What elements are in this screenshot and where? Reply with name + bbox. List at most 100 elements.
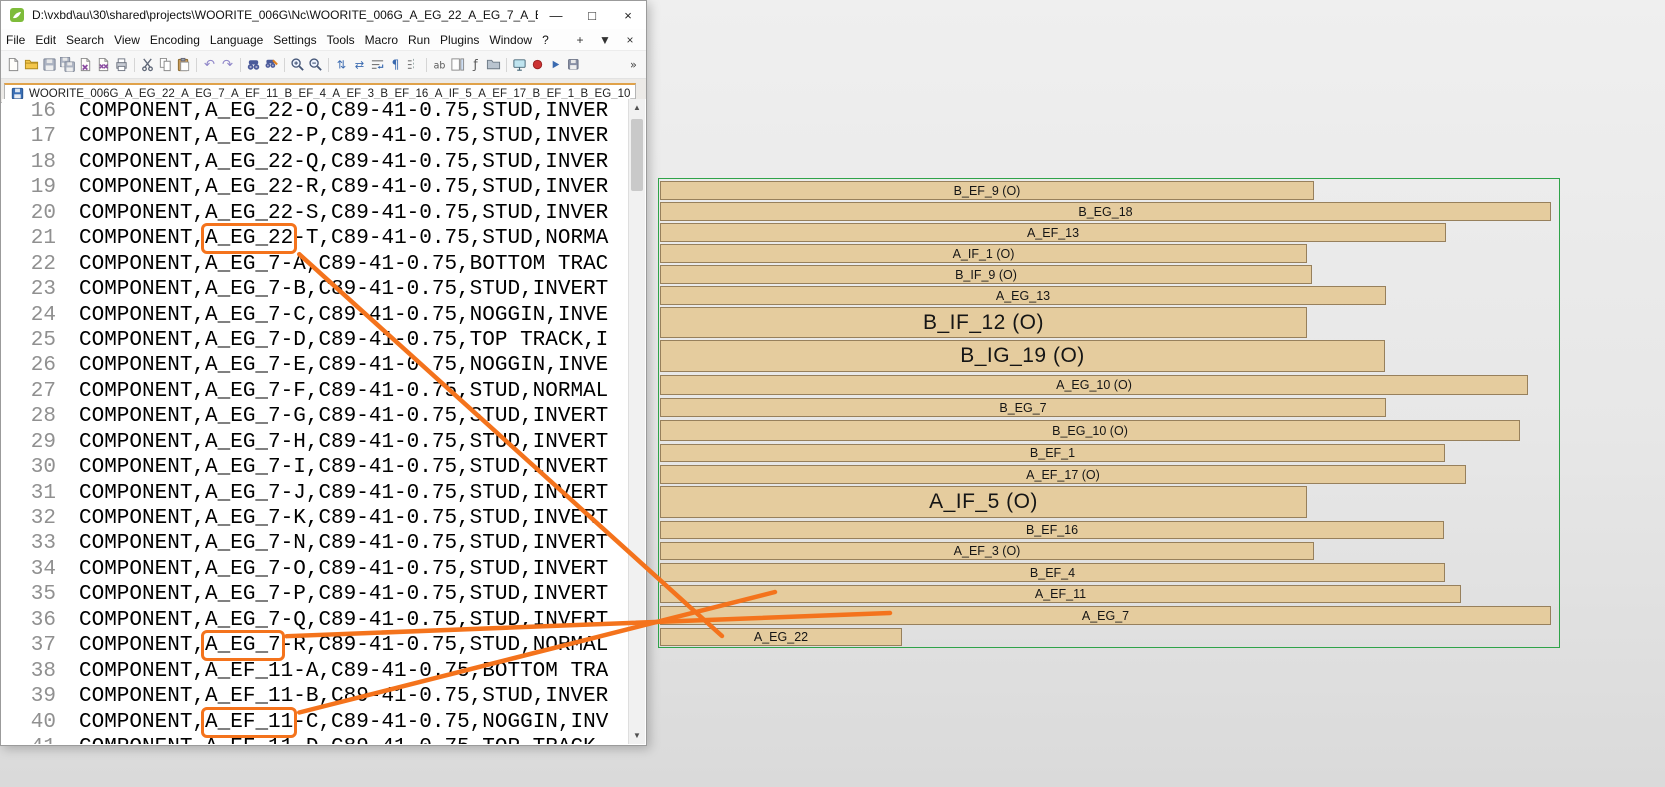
menu-language[interactable]: Language	[205, 31, 268, 49]
svg-text:⇅: ⇅	[337, 58, 346, 71]
code-text[interactable]: COMPONENT,A_EG_7-P,C89-41-0.75,STUD,INVE…	[79, 582, 608, 607]
code-text[interactable]: COMPONENT,A_EG_22-Q,C89-41-0.75,STUD,INV…	[79, 150, 608, 175]
code-text[interactable]: COMPONENT,A_EG_7-J,C89-41-0.75,STUD,INVE…	[79, 481, 608, 506]
show-all-characters-icon[interactable]: ¶	[387, 56, 404, 74]
code-text[interactable]: COMPONENT,A_EG_22-T,C89-41-0.75,STUD,NOR…	[79, 226, 608, 251]
code-text[interactable]: COMPONENT,A_EG_7-R,C89-41-0.75,STUD,NORM…	[79, 633, 608, 658]
close-all-files-icon[interactable]	[95, 56, 112, 74]
close-button[interactable]: ×	[610, 1, 646, 29]
print-icon[interactable]	[113, 56, 130, 74]
menu-file[interactable]: File	[1, 31, 30, 49]
editor-line: 38COMPONENT,A_EF_11-A,C89-41-0.75,BOTTOM…	[2, 659, 646, 684]
editor-line: 17COMPONENT,A_EG_22-P,C89-41-0.75,STUD,I…	[2, 124, 646, 149]
sync-horizontal-icon[interactable]: ⇄	[351, 56, 368, 74]
editor-line: 16COMPONENT,A_EG_22-O,C89-41-0.75,STUD,I…	[2, 99, 646, 124]
replace-icon[interactable]	[263, 56, 280, 74]
monitoring-icon[interactable]	[511, 56, 528, 74]
redo-icon[interactable]: ↷	[219, 56, 236, 74]
editor[interactable]: 16COMPONENT,A_EG_22-O,C89-41-0.75,STUD,I…	[2, 99, 646, 744]
save-icon[interactable]	[41, 56, 58, 74]
code-text[interactable]: COMPONENT,A_EG_7-B,C89-41-0.75,STUD,INVE…	[79, 277, 608, 302]
menu-settings[interactable]: Settings	[268, 31, 321, 49]
menu-run[interactable]: Run	[403, 31, 435, 49]
line-number: 25	[2, 328, 56, 353]
code-text[interactable]: COMPONENT,A_EG_22-P,C89-41-0.75,STUD,INV…	[79, 124, 608, 149]
code-text[interactable]: COMPONENT,A_EG_7-G,C89-41-0.75,STUD,INVE…	[79, 404, 608, 429]
code-text[interactable]: COMPONENT,A_EG_7-O,C89-41-0.75,STUD,INVE…	[79, 557, 608, 582]
code-text[interactable]: COMPONENT,A_EG_22-R,C89-41-0.75,STUD,INV…	[79, 175, 608, 200]
menu-encoding[interactable]: Encoding	[145, 31, 205, 49]
record-macro-icon[interactable]	[529, 56, 546, 74]
code-text[interactable]: COMPONENT,A_EF_11-C,C89-41-0.75,NOGGIN,I…	[79, 710, 608, 735]
diagram-bar: B_EG_7	[660, 398, 1386, 417]
code-text[interactable]: COMPONENT,A_EF_11-D,C89-41-0.75,TOP TRAC…	[79, 735, 608, 744]
playback-macro-icon[interactable]	[547, 56, 564, 74]
scroll-down-button[interactable]: ▼	[629, 727, 645, 744]
undo-icon[interactable]: ↶	[201, 56, 218, 74]
code-text[interactable]: COMPONENT,A_EG_7-Q,C89-41-0.75,STUD,INVE…	[79, 608, 608, 633]
vertical-scrollbar[interactable]: ▲ ▼	[628, 99, 645, 744]
new-file-icon[interactable]	[5, 56, 22, 74]
editor-line: 30COMPONENT,A_EG_7-I,C89-41-0.75,STUD,IN…	[2, 455, 646, 480]
open-file-icon[interactable]	[23, 56, 40, 74]
close-file-icon[interactable]	[77, 56, 94, 74]
close-tab-button[interactable]: ×	[623, 33, 637, 47]
code-text[interactable]: COMPONENT,A_EF_11-B,C89-41-0.75,STUD,INV…	[79, 684, 608, 709]
code-text[interactable]: COMPONENT,A_EF_11-A,C89-41-0.75,BOTTOM T…	[79, 659, 608, 684]
overflow-icon[interactable]: »	[625, 56, 642, 74]
minimize-button[interactable]: —	[538, 1, 574, 29]
svg-text:⇄: ⇄	[355, 58, 365, 71]
document-map-icon[interactable]	[449, 56, 466, 74]
code-text[interactable]: COMPONENT,A_EG_7-C,C89-41-0.75,NOGGIN,IN…	[79, 303, 608, 328]
line-number: 39	[2, 684, 56, 709]
save-all-icon[interactable]	[59, 56, 76, 74]
code-text[interactable]: COMPONENT,A_EG_7-F,C89-41-0.75,STUD,NORM…	[79, 379, 608, 404]
menu-tools[interactable]: Tools	[322, 31, 360, 49]
code-text[interactable]: COMPONENT,A_EG_7-I,C89-41-0.75,STUD,INVE…	[79, 455, 608, 480]
code-text[interactable]: COMPONENT,A_EG_7-A,C89-41-0.75,BOTTOM TR…	[79, 252, 608, 277]
code-text[interactable]: COMPONENT,A_EG_7-E,C89-41-0.75,NOGGIN,IN…	[79, 353, 608, 378]
maximize-button[interactable]: □	[574, 1, 610, 29]
cut-icon[interactable]	[139, 56, 156, 74]
code-text[interactable]: COMPONENT,A_EG_7-K,C89-41-0.75,STUD,INVE…	[79, 506, 608, 531]
define-language-icon[interactable]: ab	[431, 56, 448, 74]
code-text[interactable]: COMPONENT,A_EG_22-O,C89-41-0.75,STUD,INV…	[79, 99, 608, 124]
word-wrap-icon[interactable]	[369, 56, 386, 74]
toolbar-separator	[423, 56, 430, 74]
new-tab-button[interactable]: +	[573, 33, 587, 47]
function-list-icon[interactable]: ƒ	[467, 56, 484, 74]
menu-window[interactable]: Window	[484, 31, 537, 49]
folder-as-workspace-icon[interactable]	[485, 56, 502, 74]
diagram-bar: A_EF_17 (O)	[660, 465, 1466, 484]
zoom-out-icon[interactable]	[307, 56, 324, 74]
paste-icon[interactable]	[175, 56, 192, 74]
code-text[interactable]: COMPONENT,A_EG_7-D,C89-41-0.75,TOP TRACK…	[79, 328, 608, 353]
find-icon[interactable]	[245, 56, 262, 74]
zoom-in-icon[interactable]	[289, 56, 306, 74]
code-text[interactable]: COMPONENT,A_EG_7-N,C89-41-0.75,STUD,INVE…	[79, 531, 608, 556]
menu-macro[interactable]: Macro	[360, 31, 403, 49]
scroll-up-button[interactable]: ▲	[629, 99, 645, 116]
highlighted-token: A_EG_22	[205, 227, 293, 250]
line-number: 28	[2, 404, 56, 429]
scroll-thumb[interactable]	[631, 119, 643, 191]
diagram-bar: B_EF_9 (O)	[660, 181, 1314, 200]
copy-icon[interactable]	[157, 56, 174, 74]
menu-plugins[interactable]: Plugins	[435, 31, 484, 49]
sync-vertical-icon[interactable]: ⇅	[333, 56, 350, 74]
code-text[interactable]: COMPONENT,A_EG_7-H,C89-41-0.75,STUD,INVE…	[79, 430, 608, 455]
code-text[interactable]: COMPONENT,A_EG_22-S,C89-41-0.75,STUD,INV…	[79, 201, 608, 226]
tab-list-button[interactable]: ▼	[598, 33, 612, 47]
line-number: 21	[2, 226, 56, 251]
title-bar: D:\vxbd\au\30\shared\projects\WOORITE_00…	[1, 1, 646, 29]
menu-view[interactable]: View	[109, 31, 145, 49]
editor-line: 26COMPONENT,A_EG_7-E,C89-41-0.75,NOGGIN,…	[2, 353, 646, 378]
editor-line: 36COMPONENT,A_EG_7-Q,C89-41-0.75,STUD,IN…	[2, 608, 646, 633]
save-macro-icon[interactable]	[565, 56, 582, 74]
editor-line: 41COMPONENT,A_EF_11-D,C89-41-0.75,TOP TR…	[2, 735, 646, 744]
menu-search[interactable]: Search	[61, 31, 109, 49]
editor-line: 20COMPONENT,A_EG_22-S,C89-41-0.75,STUD,I…	[2, 201, 646, 226]
menu-edit[interactable]: Edit	[30, 31, 61, 49]
indent-guide-icon[interactable]	[405, 56, 422, 74]
menu-help[interactable]: ?	[537, 31, 554, 49]
